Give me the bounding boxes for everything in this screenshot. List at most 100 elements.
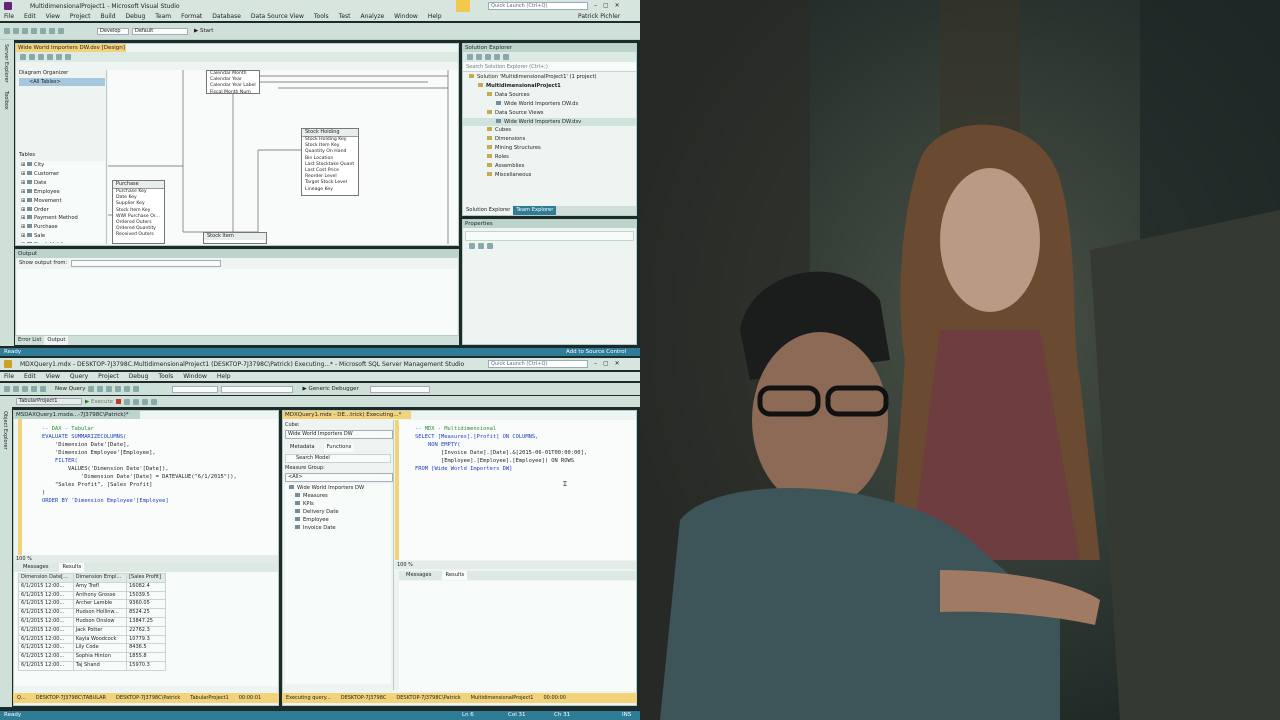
solution-tree-item[interactable]: Dimensions [463, 135, 636, 144]
parse-icon[interactable] [123, 398, 130, 405]
column-item[interactable]: Calendar Year Label [210, 83, 259, 89]
metadata-tree-item[interactable]: Employee [287, 516, 391, 524]
back-icon[interactable] [4, 386, 10, 392]
grid-cell[interactable]: 16082.4 [126, 581, 166, 592]
new-relationship-icon[interactable] [38, 54, 44, 60]
solution-tree-item[interactable]: Data Sources [463, 91, 636, 100]
grid-cell[interactable]: 6/1/2015 12:00... [18, 590, 74, 601]
vs-menu-item[interactable]: Debug [126, 13, 146, 20]
table-item[interactable]: ⊞ Order [21, 206, 105, 215]
window-controls[interactable]: –▢✕ [594, 2, 626, 9]
alphabetical-icon[interactable] [478, 243, 484, 249]
column-item[interactable]: Lineage Key [305, 187, 358, 193]
comment-icon[interactable] [141, 398, 148, 405]
designer-tab[interactable]: Wide World Importers DW.dsv [Design] [16, 44, 126, 52]
ssms-menu-item[interactable]: View [46, 373, 60, 380]
solution-explorer-tab[interactable]: Team Explorer [513, 206, 557, 215]
grid-cell[interactable]: 8436.5 [126, 643, 166, 654]
platform-select[interactable] [221, 385, 294, 393]
table-item[interactable]: ⊞ Customer [21, 170, 105, 179]
solution-tree-item[interactable]: Roles [463, 153, 636, 162]
vs-menu-item[interactable]: Test [339, 13, 351, 20]
ssms-window-controls[interactable]: –▢✕ [594, 360, 626, 367]
dax-query-tab[interactable]: MSDAXQuery1.msda...-7J3798C\Patrick)* [14, 411, 140, 419]
table-item[interactable]: ⊞ Date [21, 179, 105, 188]
save-icon[interactable] [40, 386, 46, 392]
solution-tree-item[interactable]: Wide World Importers DW.dsv [463, 117, 636, 127]
ssms-menu-item[interactable]: Tools [158, 373, 173, 380]
properties-icon[interactable] [503, 54, 509, 60]
grid-cell[interactable]: 15970.3 [126, 660, 166, 671]
dmx-icon[interactable] [97, 386, 104, 392]
search-model-input[interactable]: Search Model [285, 454, 391, 463]
ssms-menu-item[interactable]: Project [98, 373, 119, 380]
solution-tree-item[interactable]: Data Source Views [463, 109, 636, 118]
ssms-menu-item[interactable]: Edit [24, 373, 36, 380]
metadata-tree-item[interactable]: Invoice Date [287, 524, 391, 532]
result-tab[interactable]: Messages [20, 563, 51, 572]
results-grid-icon[interactable] [132, 398, 139, 405]
new-query-button[interactable]: New Query [55, 386, 85, 392]
grid-cell[interactable]: 13847.25 [126, 616, 166, 627]
grid-cell[interactable]: Kayla Woodcock [72, 634, 128, 645]
table-item[interactable]: ⊞ Sale [21, 232, 105, 241]
new-project-icon[interactable] [22, 28, 28, 34]
table-item[interactable]: ⊞ Employee [21, 188, 105, 197]
property-pages-icon[interactable] [487, 243, 493, 249]
dax-zoom-select[interactable]: 100 % [14, 555, 278, 563]
metadata-tree-item[interactable]: Delivery Date [287, 508, 391, 516]
table-item[interactable]: ⊞ Purchase [21, 223, 105, 232]
redo-icon[interactable] [133, 386, 140, 392]
result-tab[interactable]: Messages [403, 571, 434, 580]
column-item[interactable]: Fiscal Month Num [210, 90, 259, 96]
solution-tree-item[interactable]: Mining Structures [463, 144, 636, 153]
output-source-select[interactable] [71, 259, 222, 267]
all-tables-item[interactable]: <All Tables> [19, 78, 105, 86]
refresh-icon[interactable] [485, 54, 491, 60]
filter-icon[interactable] [456, 0, 470, 12]
result-tab[interactable]: Functions [323, 442, 355, 452]
server-explorer-tab[interactable]: Server Explorer [3, 44, 9, 83]
grid-cell[interactable]: Sophia Hinton [72, 652, 128, 662]
grid-cell[interactable]: 6/1/2015 12:00... [18, 652, 74, 662]
grid-cell[interactable]: Jack Potter [72, 625, 128, 636]
grid-cell[interactable]: 6/1/2015 12:00... [18, 660, 74, 671]
table-item[interactable]: ⊞ Stock Holding [21, 241, 105, 243]
table-row[interactable]: 6/1/2015 12:00... Jack Potter 22762.3 [18, 625, 166, 636]
add-table-icon[interactable] [20, 54, 26, 60]
ssms-menu-item[interactable]: Help [217, 373, 231, 380]
solution-search[interactable]: Search Solution Explorer (Ctrl+;) [463, 62, 636, 72]
object-explorer-tab[interactable]: Object Explorer [2, 411, 8, 450]
mdx-icon[interactable] [88, 386, 95, 392]
vs-menu-item[interactable]: Project [70, 13, 91, 20]
properties-object-select[interactable] [465, 231, 634, 241]
toolbox-tab[interactable]: Toolbox [3, 91, 9, 110]
find-select[interactable] [369, 385, 430, 393]
debugger-button[interactable]: ▶ Generic Debugger [302, 386, 358, 392]
table-row[interactable]: 6/1/2015 12:00... Anthony Grosse 15039.5 [18, 590, 166, 601]
platform-select[interactable]: Default [132, 27, 188, 35]
back-icon[interactable] [4, 28, 10, 34]
vs-menu-item[interactable]: Build [100, 13, 115, 20]
grid-cell[interactable]: 6/1/2015 12:00... [18, 581, 74, 592]
grid-cell[interactable]: Hudson Onslow [72, 616, 128, 627]
grid-column-header[interactable]: Dimension Empl... [72, 573, 128, 583]
grid-cell[interactable]: 6/1/2015 12:00... [18, 608, 74, 618]
solution-tree-item[interactable]: Wide World Importers DW.ds [463, 100, 636, 109]
solution-tree-item[interactable]: Assemblies [463, 162, 636, 171]
stop-icon[interactable] [115, 399, 121, 404]
xmla-icon[interactable] [106, 386, 113, 392]
save-all-icon[interactable] [40, 28, 46, 34]
categorized-icon[interactable] [469, 243, 475, 249]
grid-cell[interactable]: 6/1/2015 12:00... [18, 599, 74, 610]
grid-cell[interactable]: 6/1/2015 12:00... [18, 616, 74, 627]
grid-cell[interactable]: Amy Trefl [72, 581, 128, 592]
grid-cell[interactable]: Anthony Grosse [72, 590, 128, 601]
grid-cell[interactable]: 9360.05 [126, 599, 166, 610]
ssms-menu-item[interactable]: File [4, 373, 14, 380]
grid-cell[interactable]: Lily Code [72, 643, 128, 654]
vs-quick-launch[interactable]: Quick Launch (Ctrl+Q) [488, 2, 588, 10]
vs-menu-item[interactable]: Edit [24, 13, 36, 20]
ssms-menu-item[interactable]: Debug [129, 373, 149, 380]
grid-cell[interactable]: Hudson Hollinw... [72, 608, 128, 618]
